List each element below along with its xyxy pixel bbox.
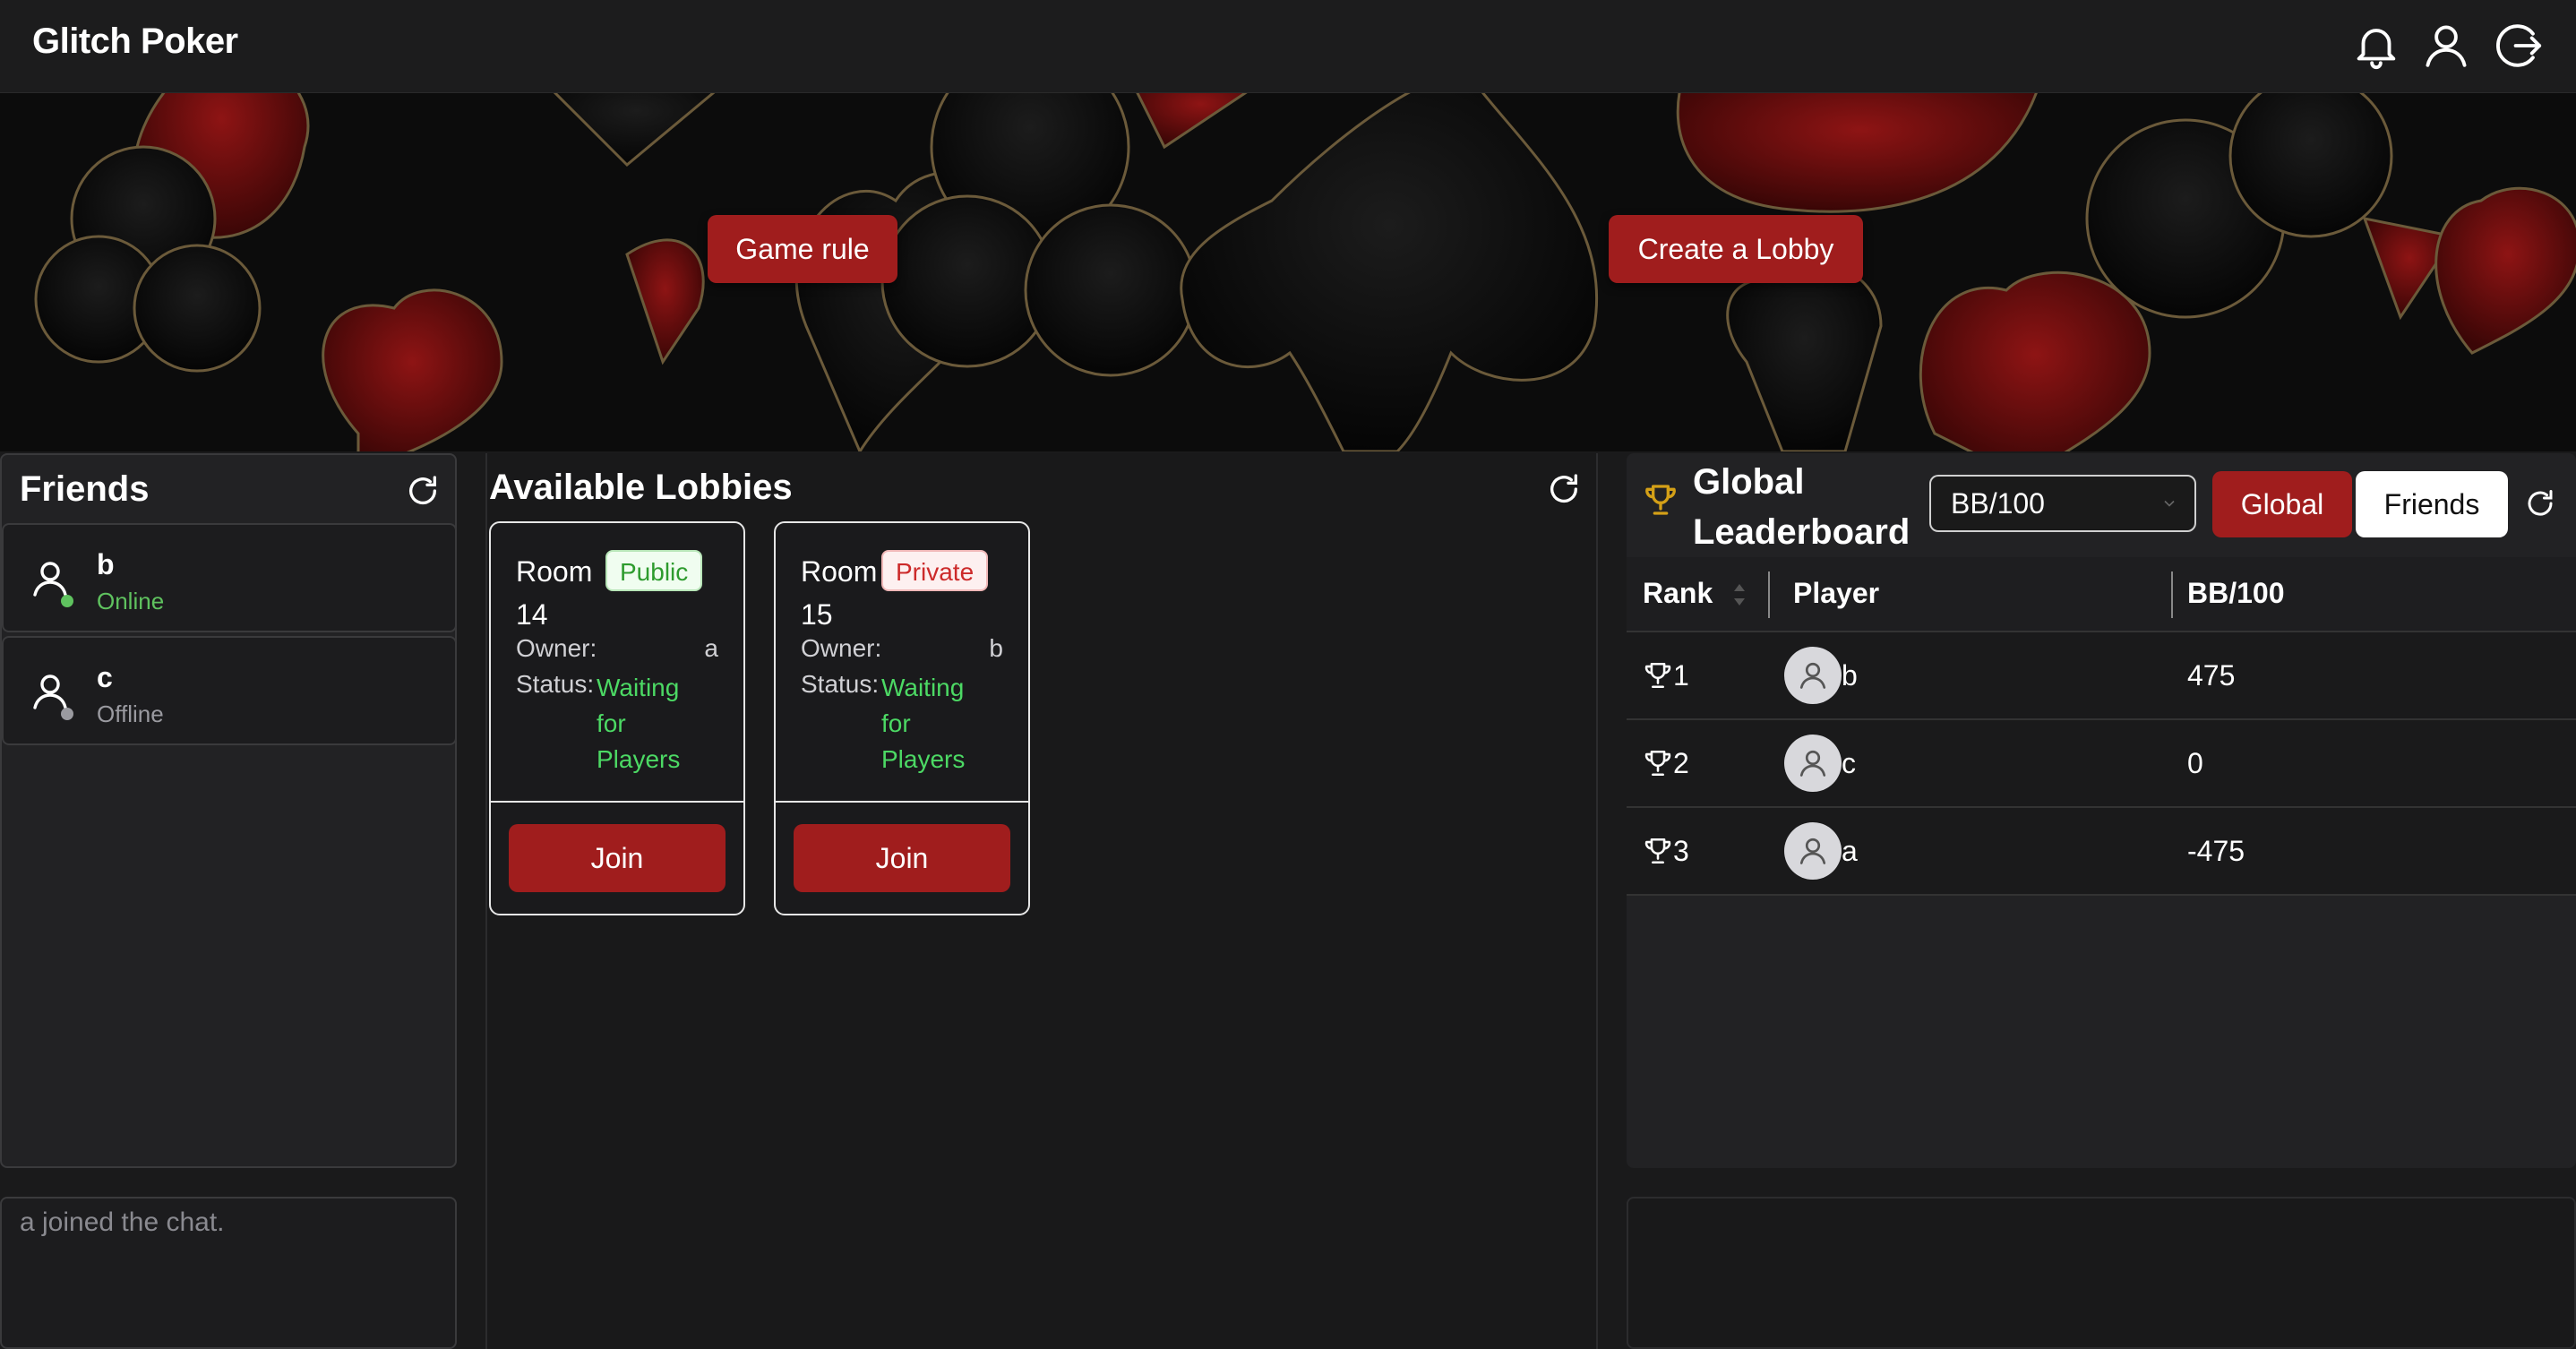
user-icon [1799, 662, 1826, 689]
room-number: 14 [516, 598, 548, 631]
friends-panel: Friends b Online c Offline [0, 453, 457, 1168]
rank-value: 2 [1673, 747, 1689, 779]
rank-cell: 1 [1643, 659, 1689, 692]
tab-friends[interactable]: Friends [2356, 471, 2508, 537]
owner-label: Owner: [801, 634, 882, 662]
avatar [1784, 735, 1842, 792]
friend-status: Online [97, 588, 165, 614]
rank-value: 1 [1673, 659, 1689, 692]
offline-status-dot [61, 708, 73, 720]
refresh-friends-icon[interactable] [405, 473, 441, 509]
friends-title: Friends [20, 469, 150, 509]
user-icon [1799, 750, 1826, 777]
avatar [1784, 822, 1842, 880]
rank-cell: 3 [1643, 835, 1689, 868]
user-icon [1799, 838, 1826, 864]
lobby-card-15: Room 15 Private Owner: b Status: Waiting… [774, 521, 1030, 915]
owner-value: b [989, 634, 1003, 662]
table-row: 1 b 475 [1627, 632, 2576, 720]
card-divider [776, 801, 1028, 803]
rank-value: 3 [1673, 835, 1689, 867]
column-player: Player [1793, 577, 1880, 609]
leaderboard-title-line1: Global [1693, 462, 1805, 502]
trophy-icon [1643, 482, 1679, 518]
bottom-right-panel [1627, 1197, 2576, 1349]
player-name: a [1842, 835, 1858, 867]
table-row: 2 c 0 [1627, 720, 2576, 808]
visibility-badge: Private [881, 550, 989, 591]
friend-name: b [97, 548, 115, 580]
bb100-value: 475 [2187, 659, 2236, 692]
player-name: b [1842, 659, 1858, 692]
friend-status: Offline [97, 700, 164, 727]
avatar [1784, 647, 1842, 704]
logout-icon[interactable] [2492, 20, 2544, 72]
trophy-icon [1644, 838, 1671, 864]
room-word: Room [516, 555, 593, 588]
bell-icon[interactable] [2350, 20, 2402, 72]
leaderboard-title: Global Leaderboard [1693, 457, 1910, 557]
bb100-value: 0 [2187, 747, 2203, 779]
join-button[interactable]: Join [509, 824, 726, 892]
metric-value: BB/100 [1951, 487, 2045, 520]
card-suits-background [34, 93, 2576, 451]
user-icon[interactable] [2420, 20, 2472, 72]
card-divider [491, 801, 743, 803]
lobbies-panel: Available Lobbies Room 14 Public Owner: … [485, 453, 1598, 1349]
create-lobby-button[interactable]: Create a Lobby [1609, 215, 1863, 283]
room-title: Room 14 [516, 550, 592, 636]
avatar-icon [29, 670, 72, 713]
online-status-dot [61, 595, 73, 607]
app-title: Glitch Poker [32, 21, 238, 61]
chat-box[interactable]: a joined the chat. [0, 1197, 457, 1349]
chevron-down-icon [2164, 500, 2175, 507]
avatar-icon [29, 557, 72, 600]
leaderboard-title-line2: Leaderboard [1693, 512, 1911, 552]
tab-global[interactable]: Global [2212, 471, 2352, 537]
column-rank[interactable]: Rank [1643, 577, 1713, 610]
chat-message: a joined the chat. [20, 1207, 225, 1237]
table-header: Rank Player BB/100 [1627, 557, 2576, 632]
visibility-badge: Public [605, 550, 703, 591]
hero-banner: Game rule Create a Lobby [0, 93, 2576, 451]
game-rule-button[interactable]: Game rule [708, 215, 897, 283]
friend-name: c [97, 661, 113, 693]
sort-icon[interactable] [1732, 582, 1747, 607]
column-separator [2171, 571, 2173, 618]
friend-item-b[interactable]: b Online [2, 523, 457, 632]
metric-select[interactable]: BB/100 [1929, 475, 2196, 532]
leaderboard-panel: Global Leaderboard BB/100 Global Friends… [1627, 453, 2576, 1168]
room-word: Room [801, 555, 878, 588]
refresh-lobbies-icon[interactable] [1546, 471, 1582, 507]
column-bb100: BB/100 [2187, 577, 2285, 609]
refresh-leaderboard-icon[interactable] [2524, 487, 2556, 520]
status-label: Status: [801, 670, 880, 698]
room-number: 15 [801, 598, 833, 631]
bb100-value: -475 [2187, 835, 2245, 867]
lobbies-title: Available Lobbies [489, 468, 793, 507]
top-bar: Glitch Poker [0, 0, 2576, 93]
join-button[interactable]: Join [794, 824, 1010, 892]
friend-item-c[interactable]: c Offline [2, 636, 457, 745]
rank-cell: 2 [1643, 747, 1689, 780]
column-separator [1768, 571, 1770, 618]
status-value: Waiting for Players [597, 674, 681, 773]
owner-value: a [704, 634, 718, 662]
status-label: Status: [516, 670, 595, 698]
owner-label: Owner: [516, 634, 597, 662]
room-title: Room 15 [801, 550, 877, 636]
table-row: 3 a -475 [1627, 808, 2576, 896]
trophy-icon [1644, 662, 1671, 689]
status-value: Waiting for Players [881, 674, 966, 773]
player-name: c [1842, 747, 1856, 779]
trophy-icon [1644, 750, 1671, 777]
lobby-card-14: Room 14 Public Owner: a Status: Waiting … [489, 521, 745, 915]
